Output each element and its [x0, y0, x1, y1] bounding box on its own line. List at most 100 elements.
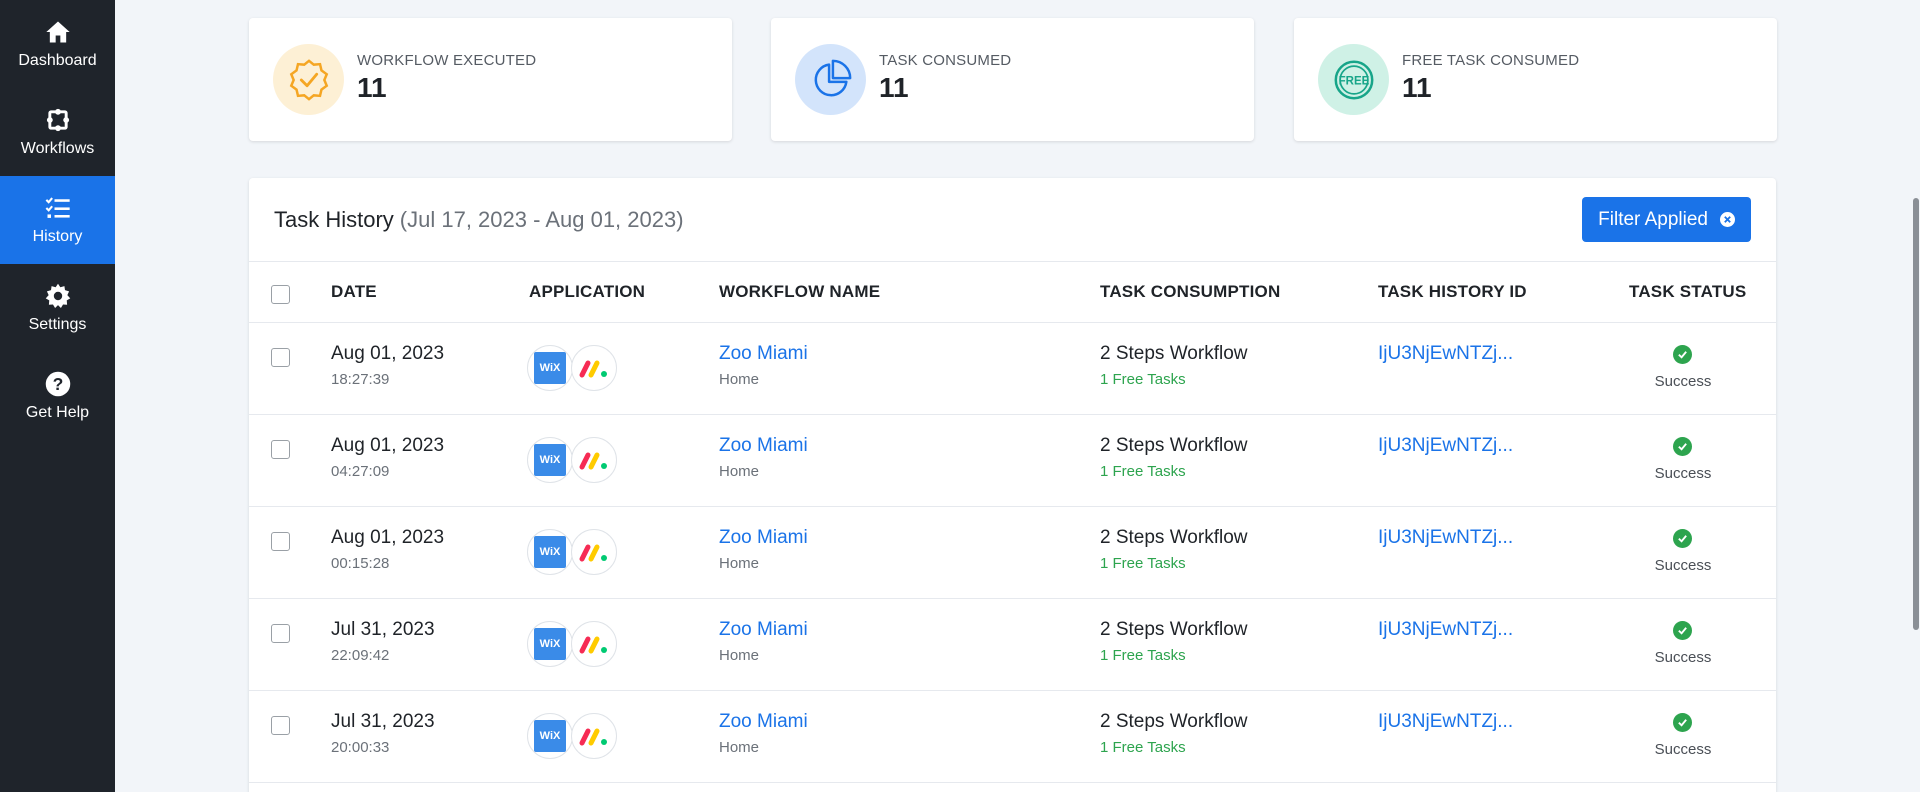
- workflows-icon: [46, 108, 69, 132]
- row-date: Aug 01, 2023: [331, 343, 445, 364]
- wix-app-icon: WiX: [527, 345, 573, 391]
- sidebar-item-label: Workflows: [20, 140, 95, 157]
- sidebar-item-dashboard[interactable]: Dashboard: [0, 0, 115, 88]
- table-row: Jul 31, 2023 22:09:42 WiX Zoo Miami Home…: [249, 599, 1776, 691]
- stat-label: WORKFLOW EXECUTED: [357, 51, 537, 69]
- home-icon: [45, 21, 70, 43]
- free-tasks-count: 1 Free Tasks: [1100, 739, 1186, 756]
- stat-card-free-task-consumed: FREE FREE TASK CONSUMED 11: [1294, 18, 1777, 141]
- sidebar-item-label: Settings: [28, 316, 87, 333]
- task-history-id-link[interactable]: IjU3NjEwNTZj...: [1378, 343, 1513, 365]
- task-history-id-link[interactable]: IjU3NjEwNTZj...: [1378, 619, 1513, 641]
- success-check-icon: [1673, 529, 1692, 548]
- row-checkbox[interactable]: [271, 348, 290, 367]
- wix-app-icon: WiX: [527, 713, 573, 759]
- workflow-folder: Home: [719, 739, 760, 756]
- svg-text:?: ?: [52, 374, 63, 394]
- task-status: Success: [1654, 373, 1712, 390]
- monday-app-icon: [571, 621, 617, 667]
- free-badge-icon: FREE: [1318, 44, 1389, 115]
- task-status: Success: [1654, 649, 1712, 666]
- task-history-id-link[interactable]: IjU3NjEwNTZj...: [1378, 527, 1513, 549]
- row-checkbox[interactable]: [271, 440, 290, 459]
- stat-label: TASK CONSUMED: [879, 51, 1012, 69]
- scrollbar-thumb[interactable]: [1913, 198, 1919, 630]
- stat-label: FREE TASK CONSUMED: [1402, 51, 1580, 69]
- row-date: Aug 01, 2023: [331, 435, 445, 456]
- gear-icon: [45, 283, 70, 309]
- task-history-panel: Task History (Jul 17, 2023 - Aug 01, 202…: [249, 178, 1776, 792]
- workflow-name-link[interactable]: Zoo Miami: [719, 527, 808, 549]
- svg-text:FREE: FREE: [1338, 75, 1369, 87]
- monday-app-icon: [571, 713, 617, 759]
- filter-applied-label: Filter Applied: [1598, 208, 1708, 230]
- stat-value: 11: [879, 71, 909, 103]
- row-checkbox[interactable]: [271, 624, 290, 643]
- column-header-workflow-name: WORKFLOW NAME: [719, 282, 881, 301]
- sidebar-item-label: Dashboard: [18, 52, 97, 69]
- task-consumption: 2 Steps Workflow: [1100, 527, 1248, 548]
- table-header: DATE APPLICATION WORKFLOW NAME TASK CONS…: [249, 262, 1776, 323]
- task-status: Success: [1654, 741, 1712, 758]
- task-history-date-range: (Jul 17, 2023 - Aug 01, 2023): [399, 206, 684, 232]
- workflow-folder: Home: [719, 463, 760, 480]
- table-row: Aug 01, 2023 04:27:09 WiX Zoo Miami Home…: [249, 415, 1776, 507]
- task-status: Success: [1654, 465, 1712, 482]
- close-icon[interactable]: [1720, 212, 1735, 227]
- history-list-icon: [45, 197, 70, 218]
- success-check-icon: [1673, 345, 1692, 364]
- success-check-icon: [1673, 621, 1692, 640]
- row-date: Jul 31, 2023: [331, 711, 435, 732]
- row-checkbox[interactable]: [271, 532, 290, 551]
- free-tasks-count: 1 Free Tasks: [1100, 371, 1186, 388]
- task-status: Success: [1654, 557, 1712, 574]
- table-row: Aug 01, 2023 00:15:28 WiX Zoo Miami Home…: [249, 507, 1776, 599]
- task-consumption: 2 Steps Workflow: [1100, 711, 1248, 732]
- task-history-header: Task History (Jul 17, 2023 - Aug 01, 202…: [249, 178, 1776, 262]
- sidebar-item-get-help[interactable]: ? Get Help: [0, 352, 115, 440]
- table-row: Aug 01, 2023 18:27:39 WiX Zoo Miami Home…: [249, 323, 1776, 415]
- workflow-folder: Home: [719, 555, 760, 572]
- row-time: 22:09:42: [331, 647, 390, 664]
- wix-app-icon: WiX: [527, 529, 573, 575]
- row-date: Aug 01, 2023: [331, 527, 445, 548]
- stat-card-workflow-executed: WORKFLOW EXECUTED 11: [249, 18, 732, 141]
- workflow-name-link[interactable]: Zoo Miami: [719, 343, 808, 365]
- help-icon: ?: [45, 371, 70, 397]
- monday-app-icon: [571, 345, 617, 391]
- sidebar-item-settings[interactable]: Settings: [0, 264, 115, 352]
- success-check-icon: [1673, 713, 1692, 732]
- table-row: Jul 31, 2023 20:00:33 WiX Zoo Miami Home…: [249, 691, 1776, 783]
- workflow-name-link[interactable]: Zoo Miami: [719, 435, 808, 457]
- sidebar-item-history[interactable]: History: [0, 176, 115, 264]
- stat-value: 11: [1402, 71, 1432, 103]
- wix-app-icon: WiX: [527, 437, 573, 483]
- column-header-task-history-id: TASK HISTORY ID: [1378, 282, 1527, 301]
- row-checkbox[interactable]: [271, 716, 290, 735]
- workflow-name-link[interactable]: Zoo Miami: [719, 711, 808, 733]
- task-consumption: 2 Steps Workflow: [1100, 343, 1248, 364]
- monday-app-icon: [571, 529, 617, 575]
- scrollbar[interactable]: [1912, 0, 1920, 792]
- filter-applied-button[interactable]: Filter Applied: [1582, 197, 1751, 242]
- workflow-name-link[interactable]: Zoo Miami: [719, 619, 808, 641]
- task-history-id-link[interactable]: IjU3NjEwNTZj...: [1378, 435, 1513, 457]
- wix-app-icon: WiX: [527, 621, 573, 667]
- workflow-folder: Home: [719, 647, 760, 664]
- row-time: 20:00:33: [331, 739, 390, 756]
- sidebar-item-workflows[interactable]: Workflows: [0, 88, 115, 176]
- select-all-checkbox[interactable]: [271, 285, 290, 304]
- row-time: 18:27:39: [331, 371, 390, 388]
- free-tasks-count: 1 Free Tasks: [1100, 555, 1186, 572]
- pie-chart-icon: [795, 44, 866, 115]
- task-history-id-link[interactable]: IjU3NjEwNTZj...: [1378, 711, 1513, 733]
- column-header-task-status: TASK STATUS: [1629, 282, 1747, 301]
- column-header-application: APPLICATION: [529, 282, 646, 301]
- row-date: Jul 31, 2023: [331, 619, 435, 640]
- task-history-title: Task History: [274, 206, 394, 232]
- row-time: 00:15:28: [331, 555, 390, 572]
- sidebar-item-label: History: [32, 228, 83, 245]
- task-history-rows: Aug 01, 2023 18:27:39 WiX Zoo Miami Home…: [249, 323, 1776, 783]
- badge-check-icon: [273, 44, 344, 115]
- free-tasks-count: 1 Free Tasks: [1100, 647, 1186, 664]
